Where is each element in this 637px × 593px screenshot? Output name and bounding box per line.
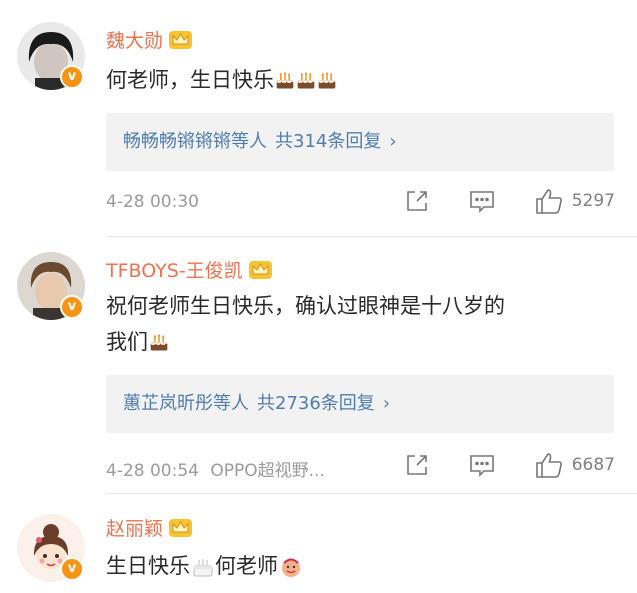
crown-icon: [248, 261, 272, 279]
cake-emoji: [276, 72, 294, 89]
like-button[interactable]: 6687: [534, 451, 615, 479]
reply-count[interactable]: 共2736条回复: [257, 393, 375, 414]
crown-icon: [169, 519, 193, 537]
comment-text-line: 祝何老师生日快乐，确认过眼神是十八岁的: [106, 294, 505, 318]
timestamp-text: 4-28 00:54: [106, 461, 199, 481]
like-button[interactable]: 5297: [534, 187, 615, 215]
share-button[interactable]: [404, 188, 430, 214]
action-bar: 6687: [404, 451, 615, 479]
reply-summary[interactable]: 畅畅畅锵锵锵等人 共314条回复 ›: [106, 113, 614, 171]
reply-names[interactable]: 畅畅畅锵锵锵等人: [123, 131, 267, 152]
comment-button[interactable]: [468, 452, 496, 478]
username[interactable]: 魏大勋: [106, 26, 193, 53]
face-emoji: [282, 558, 300, 577]
share-button[interactable]: [404, 452, 430, 478]
reply-names[interactable]: 蕙芷岚昕彤等人: [123, 393, 249, 414]
chevron-right-icon: ›: [389, 131, 397, 152]
username-text[interactable]: TFBOYS-王俊凯: [106, 256, 243, 283]
username[interactable]: 赵丽颖: [106, 514, 193, 541]
comment-text-line: 我们: [106, 330, 148, 354]
cake-emoji-group: [148, 330, 169, 354]
comment-icon: [469, 455, 494, 477]
timestamp-text: 4-28 00:30: [106, 192, 199, 212]
comment-item: v TFBOYS-王俊凯 祝何老师生日快乐，确认过眼神是十八岁的 我们 蕙芷岚昕…: [0, 237, 637, 495]
crown-icon: [169, 31, 193, 49]
comment-text: 何老师，生日快乐: [106, 62, 621, 98]
cake-emoji: [150, 334, 168, 351]
username[interactable]: TFBOYS-王俊凯: [106, 256, 273, 283]
share-icon: [406, 191, 427, 211]
reply-summary[interactable]: 蕙芷岚昕彤等人 共2736条回复 ›: [106, 375, 614, 433]
action-bar: 5297: [404, 187, 615, 215]
verified-v-icon: v: [60, 65, 84, 89]
comment-item: v 赵丽颖 生日快乐 何老师: [0, 494, 637, 593]
username-text[interactable]: 魏大勋: [106, 26, 163, 53]
verified-v-icon: v: [60, 557, 84, 581]
reply-count[interactable]: 共314条回复: [275, 131, 381, 152]
share-icon: [406, 455, 427, 475]
comment-button[interactable]: [468, 188, 496, 214]
comment-icon: [469, 191, 494, 213]
comment-item: v 魏大勋 何老师，生日快乐 畅畅畅锵锵锵等人 共314条回复 › 4-28 00:…: [0, 0, 637, 240]
username-text[interactable]: 赵丽颖: [106, 514, 163, 541]
like-icon: [535, 189, 562, 214]
comment-text: 生日快乐 何老师: [106, 548, 621, 584]
cake-emoji-group: [274, 68, 337, 92]
comment-text-part: 何老师: [215, 554, 278, 578]
like-icon: [535, 453, 562, 478]
timestamp: 4-28 00:54 OPPO超视野...: [106, 456, 325, 481]
post-source: OPPO超视野...: [210, 461, 325, 481]
chevron-right-icon: ›: [382, 393, 391, 414]
comment-text: 祝何老师生日快乐，确认过眼神是十八岁的 我们: [106, 288, 621, 360]
cake-emoji: [297, 72, 315, 89]
comment-text-body: 何老师，生日快乐: [106, 68, 274, 92]
comment-text-part: 生日快乐: [106, 554, 190, 578]
like-count: 5297: [571, 191, 615, 211]
verified-v-icon: v: [60, 295, 84, 319]
like-count: 6687: [571, 455, 615, 475]
cake-emoji: [318, 72, 336, 89]
white-cake-emoji: [193, 559, 213, 577]
timestamp: 4-28 00:30: [106, 192, 199, 212]
